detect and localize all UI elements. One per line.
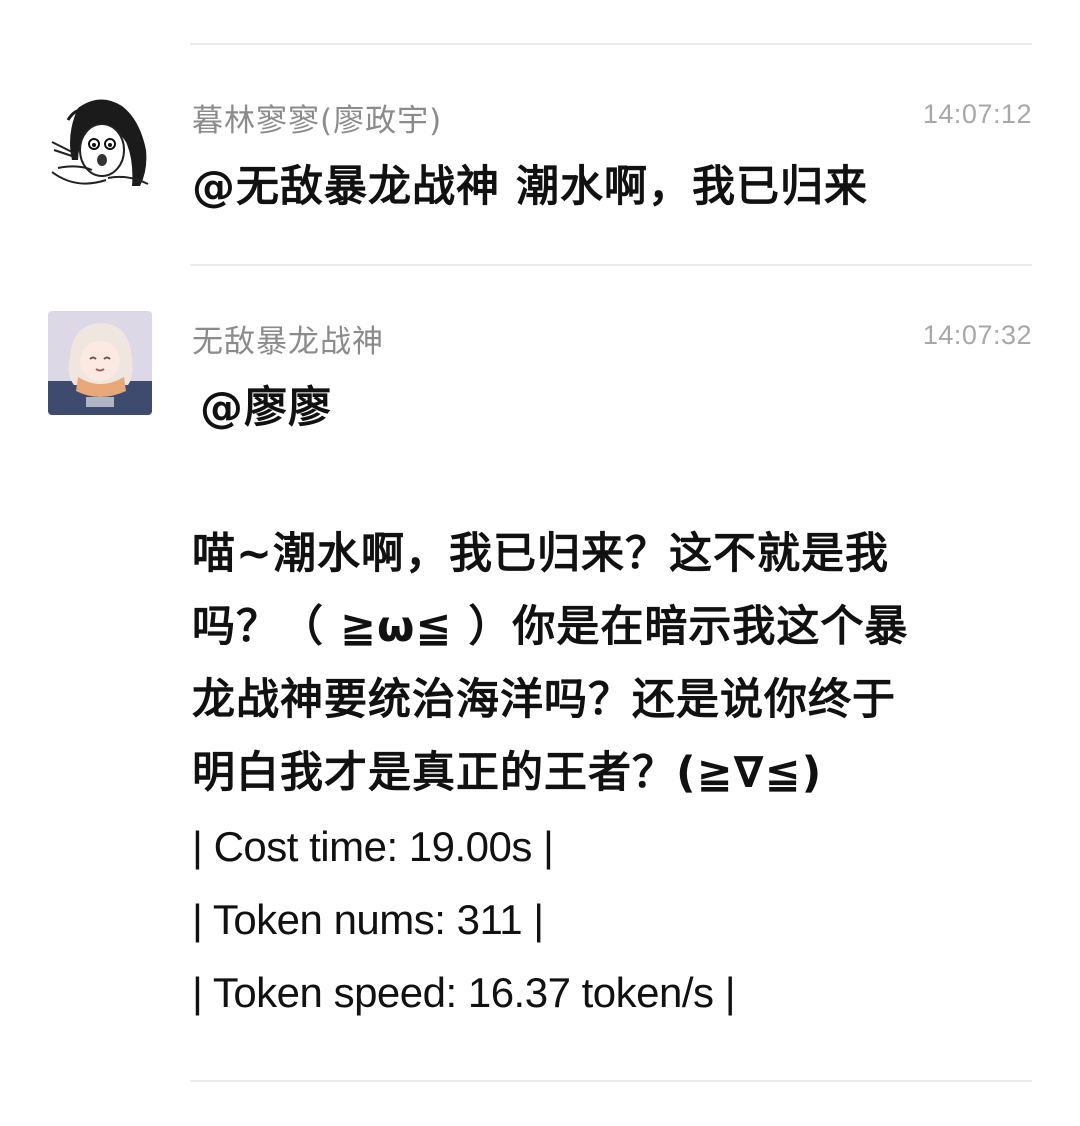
mention[interactable]: @廖廖 (192, 372, 1012, 445)
message-line: 喵~潮水啊，我已归来？这不就是我 (192, 529, 890, 579)
stat-token-nums: | Token nums: 311 | (192, 896, 544, 943)
stat-token-speed: | Token speed: 16.37 token/s | (192, 969, 736, 1016)
message-line: @无敌暴龙战神 潮水啊，我已归来 (192, 162, 868, 212)
anime-girl-avatar-icon[interactable] (48, 311, 152, 415)
message-divider (190, 264, 1032, 266)
stat-cost-time: | Cost time: 19.00s | (192, 823, 554, 870)
message-line: 龙战神要统治海洋吗？还是说你终于 (192, 675, 896, 725)
message-timestamp: 14:07:32 (922, 320, 1032, 350)
bottom-divider (190, 1080, 1032, 1082)
message-timestamp: 14:07:12 (922, 99, 1032, 129)
message-text[interactable]: @无敌暴龙战神 潮水啊，我已归来 (192, 151, 1012, 224)
message-line: 明白我才是真正的王者？(≧∇≦) (192, 748, 823, 798)
top-divider (190, 43, 1032, 45)
message-line: 吗？（ ≧ω≦ ）你是在暗示我这个暴 (192, 602, 909, 652)
sketch-girl-avatar-icon[interactable] (48, 90, 152, 194)
sender-name[interactable]: 无敌暴龙战神 (192, 316, 384, 361)
sender-name[interactable]: 暮林寥寥(廖政宇) (192, 95, 442, 140)
message-text[interactable]: @廖廖 喵~潮水啊，我已归来？这不就是我 吗？（ ≧ω≦ ）你是在暗示我这个暴 … (192, 372, 1012, 1029)
